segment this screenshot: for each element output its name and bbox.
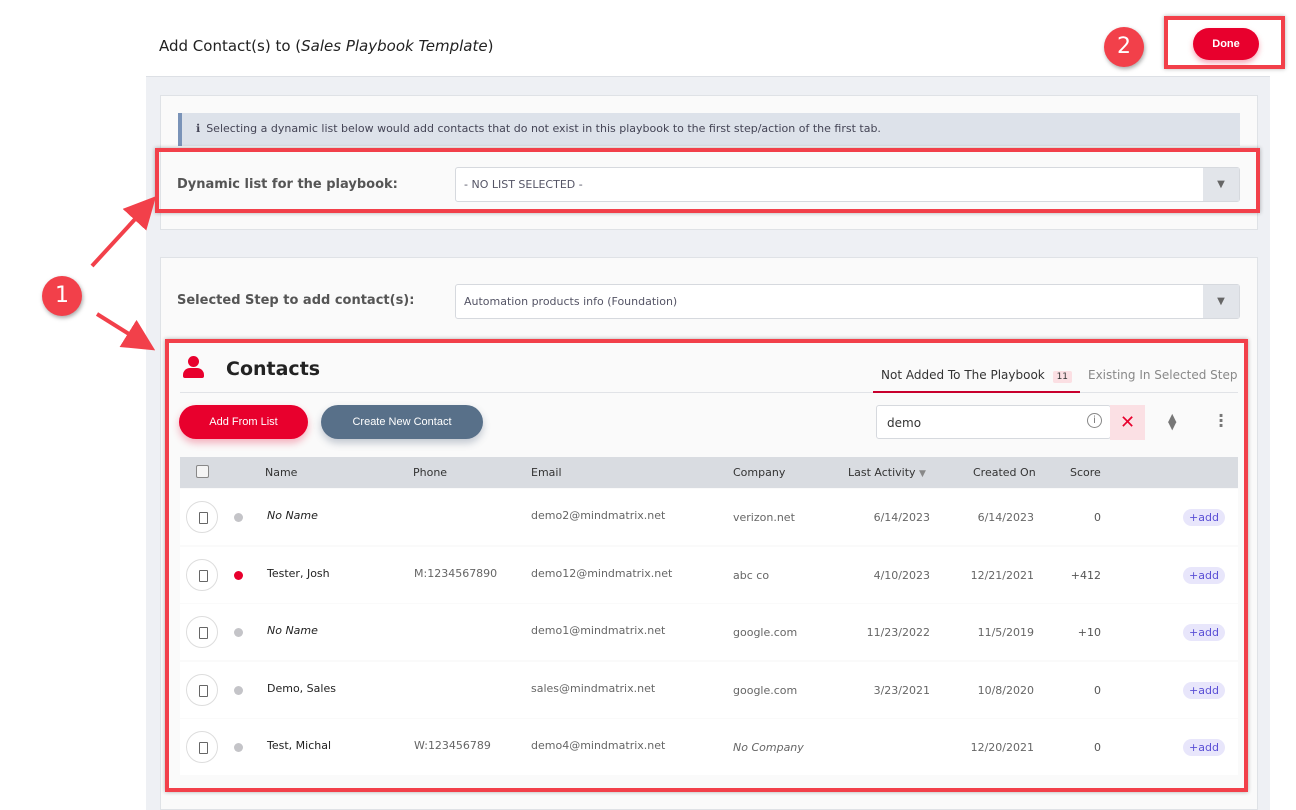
annotation-arrows: [90, 196, 157, 351]
arrow-to-contacts: [95, 312, 156, 351]
arrow-to-dynamic-list: [90, 196, 157, 268]
